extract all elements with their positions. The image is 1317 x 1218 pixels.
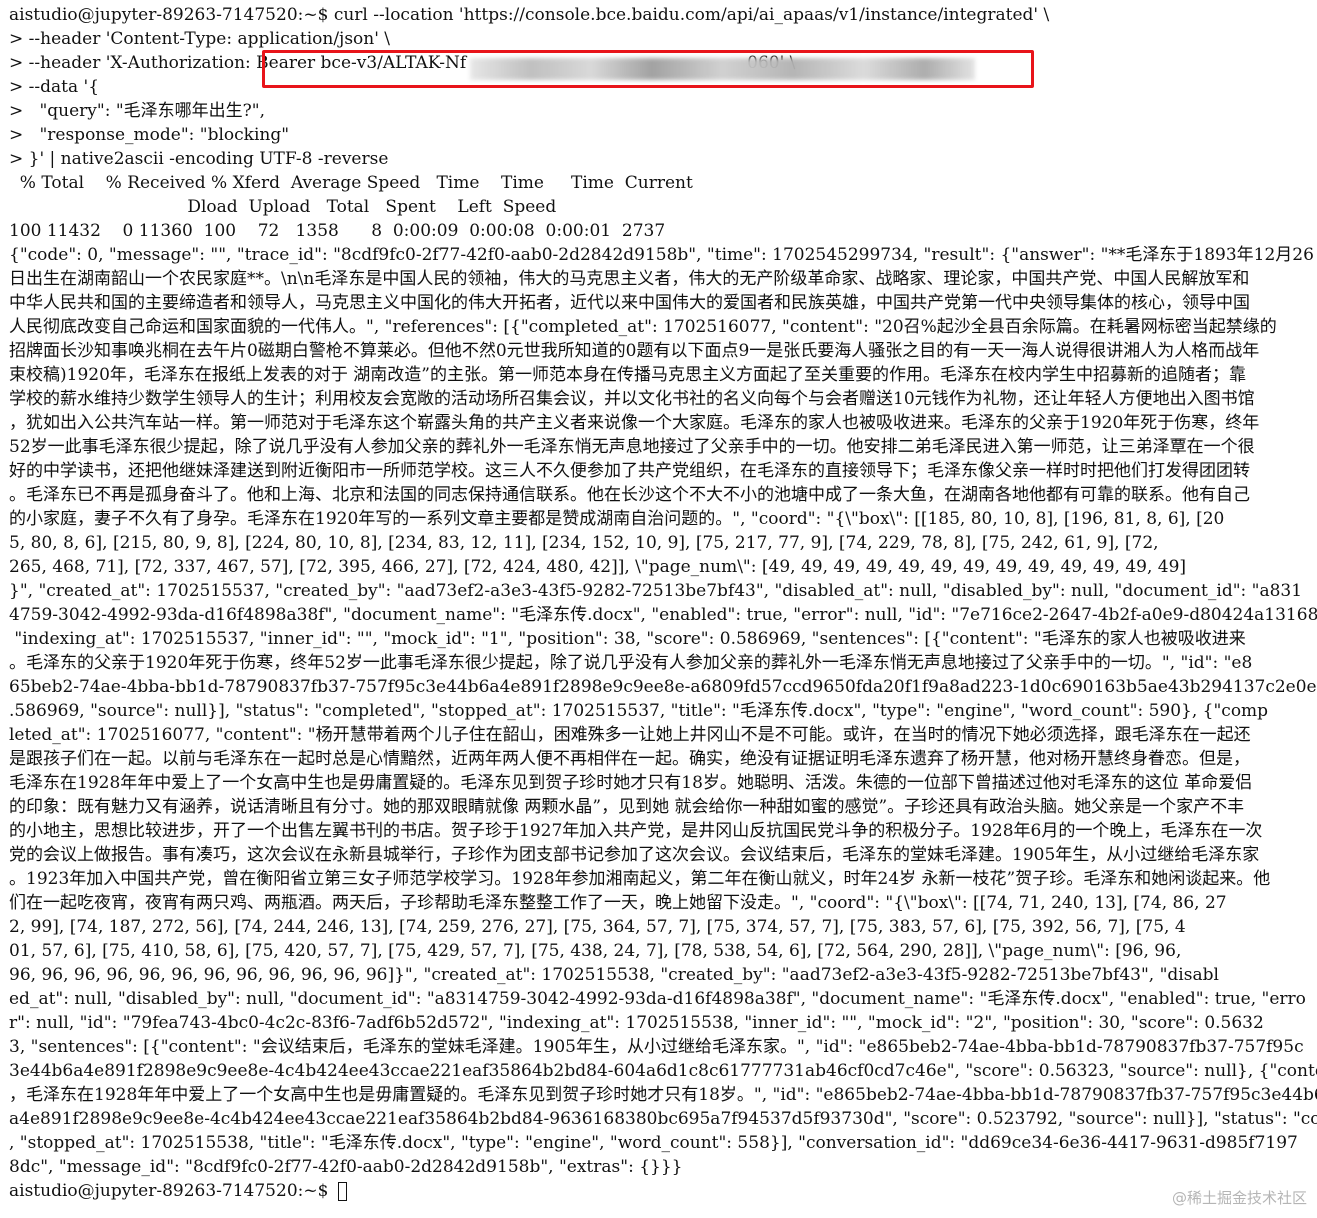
terminal-line: 好的中学读书，还把他继妹泽建送到附近衡阳市一所师范学校。这三人不久便参加了共产党… xyxy=(9,461,1250,481)
terminal-line: 52岁一此事毛泽东很少提起，除了说几乎没有人参加父亲的葬礼外一毛泽东悄无声息地接… xyxy=(9,437,1255,457)
terminal-line: 招牌面长沙知事唤兆桐在去午片0磁期白警枪不算莱必。但他不然0元世我所知道的0题有… xyxy=(9,341,1260,361)
terminal-line: }", "created_at": 1702515537, "created_b… xyxy=(9,581,1303,601)
terminal-line: 65beb2-74ae-4bba-bb1d-78790837fb37-757f9… xyxy=(9,677,1317,697)
terminal-line: 2, 99], [74, 187, 272, 56], [74, 244, 24… xyxy=(9,917,1186,937)
terminal-line: 的印象：既有魅力又有涵养，说话清晰且有分寸。她的那双眼睛就像 两颗水晶”，见到她… xyxy=(9,797,1245,817)
terminal-line: 们在一起吃夜宵，夜宵有两只鸡、两瓶酒。两天后，子珍帮助毛泽东整整工作了一天，晚上… xyxy=(9,893,1227,913)
terminal-line: 党的会议上做报告。事有凑巧，这次会议在永新县城举行，子珍作为团支部书记参加了这次… xyxy=(9,845,1260,865)
terminal-line: .586969, "source": null}], "status": "co… xyxy=(9,701,1269,721)
terminal-line: ed_at": null, "disabled_by": null, "docu… xyxy=(9,989,1306,1009)
prompt-line[interactable]: aistudio@jupyter-89263-7147520:~$ xyxy=(9,1179,1317,1203)
terminal-line: > "response_mode": "blocking" xyxy=(9,125,290,145)
watermark: @稀土掘金技术社区 xyxy=(1171,1189,1307,1207)
terminal-line: 8dc", "message_id": "8cdf9fc0-2f77-42f0-… xyxy=(9,1157,683,1177)
terminal-line: leted_at": 1702516077, "content": "杨开慧带着… xyxy=(9,725,1251,745)
terminal-line: > --header 'Content-Type: application/js… xyxy=(9,29,391,49)
terminal-line: 100 11432 0 11360 100 72 1358 8 0:00:09 … xyxy=(9,221,666,241)
terminal-line: 毛泽东在1928年年中爱上了一个女高中生也是毋庸置疑的。毛泽东见到贺子珍时她才只… xyxy=(9,773,1253,793)
terminal-line: 中华人民共和国的主要缔造者和领导人，马克思主义中国化的伟大开拓者，近代以来中国伟… xyxy=(9,293,1250,313)
terminal-line: ，犹如出入公共汽车站一样。第一师范对于毛泽东这个崭露头角的共产主义者来说像一个大… xyxy=(9,413,1260,433)
terminal-line: 3, "sentences": [{"content": "会议结束后，毛泽东的… xyxy=(9,1037,1304,1057)
terminal-line: 。毛泽东的父亲于1920年死于伤寒，终年52岁一此事毛泽东很少提起，除了说几乎没… xyxy=(9,653,1253,673)
text-cursor[interactable] xyxy=(337,1182,347,1201)
terminal-line: > "query": "毛泽东哪年出生?", xyxy=(9,101,266,121)
terminal-line: > }' | native2ascii -encoding UTF-8 -rev… xyxy=(9,149,389,169)
terminal-output[interactable]: aistudio@jupyter-89263-7147520:~$ curl -… xyxy=(0,0,1317,1218)
terminal-line: {"code": 0, "message": "", "trace_id": "… xyxy=(9,245,1314,265)
terminal-line: 265, 468, 71], [72, 337, 467, 57], [72, … xyxy=(9,557,1187,577)
terminal-line: 。1923年加入中国共产党，曾在衡阳省立第三女子师范学校学习。1928年参加湘南… xyxy=(9,869,1271,889)
terminal-line: 日出生在湖南韶山一个农民家庭**。\n\n毛泽东是中国人民的领袖，伟大的马克思主… xyxy=(9,269,1250,289)
terminal-line: aistudio@jupyter-89263-7147520:~$ curl -… xyxy=(9,5,1050,25)
terminal-line: 的小家庭，妻子不久有了身孕。毛泽东在1920年写的一系列文章主要都是赞成湖南自治… xyxy=(9,509,1225,529)
terminal-line: 人民彻底改变自己命运和国家面貌的一代伟人。", "references": [{… xyxy=(9,317,1277,337)
terminal-line: r": null, "id": "79fea743-4bc0-4c2c-83f6… xyxy=(9,1013,1264,1033)
terminal-line: 5, 80, 8, 6], [215, 80, 9, 8], [224, 80,… xyxy=(9,533,1159,553)
shell-prompt: aistudio@jupyter-89263-7147520:~$ xyxy=(9,1181,334,1201)
terminal-line: "indexing_at": 1702515537, "inner_id": "… xyxy=(9,629,1246,649)
highlight-box xyxy=(262,50,1034,88)
terminal-line: 96, 96, 96, 96, 96, 96, 96, 96, 96, 96, … xyxy=(9,965,1219,985)
terminal-line: 学校的薪水维持少数学生领导人的生计；利用校友会宽敞的活动场所召集会议，并以文化书… xyxy=(9,389,1255,409)
terminal-line: 4759-3042-4992-93da-d16f4898a38f", "docu… xyxy=(9,605,1317,625)
terminal-line: 束校稿)1920年，毛泽东在报纸上发表的对于 湖南改造”的主张。第一师范本身在传… xyxy=(9,365,1246,385)
terminal-line: % Total % Received % Xferd Average Speed… xyxy=(9,173,693,193)
terminal-line: ，毛泽东在1928年年中爱上了一个女高中生也是毋庸置疑的。毛泽东见到贺子珍时她才… xyxy=(9,1085,1317,1105)
terminal-line: 是跟孩子们在一起。以前与毛泽东在一起时总是心情黯然，近两年两人便不再相伴在一起。… xyxy=(9,749,1250,769)
terminal-line: a4e891f2898e9c9ee8e-4c4b424ee43ccae221ea… xyxy=(9,1109,1317,1129)
terminal-line: Dload Upload Total Spent Left Speed xyxy=(9,197,557,217)
terminal-line: 的小地主，思想比较进步，开了一个出售左翼书刊的书店。贺子珍于1927年加入共产党… xyxy=(9,821,1263,841)
terminal-line: 01, 57, 6], [75, 410, 58, 6], [75, 420, … xyxy=(9,941,1182,961)
terminal-line: 3e44b6a4e891f2898e9c9ee8e-4c4b424ee43cca… xyxy=(9,1061,1317,1081)
terminal-line: , "stopped_at": 1702515538, "title": "毛泽… xyxy=(9,1133,1298,1153)
terminal-line: 。毛泽东已不再是孤身奋斗了。他和上海、北京和法国的同志保持通信联系。他在长沙这个… xyxy=(9,485,1250,505)
